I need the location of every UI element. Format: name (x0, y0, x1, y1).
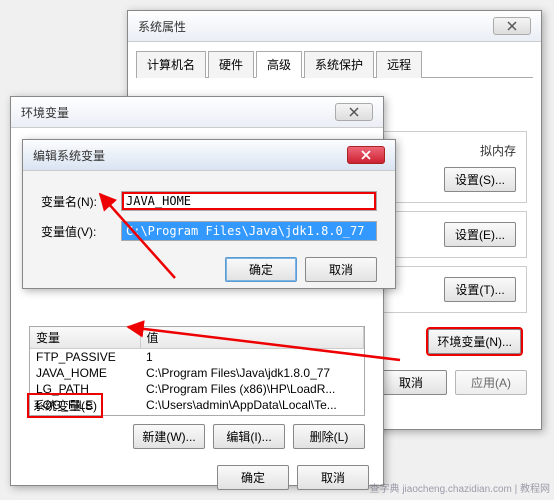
var-value-row: 变量值(V): (41, 221, 377, 241)
env-vars-button[interactable]: 环境变量(N)... (428, 329, 521, 354)
tabs: 计算机名 硬件 高级 系统保护 远程 (136, 50, 533, 78)
var-value-label: 变量值(V): (41, 223, 121, 240)
tab-remote[interactable]: 远程 (376, 51, 422, 78)
watermark: 查字典 jiaocheng.chazidian.com | 教程网 (370, 484, 550, 496)
settings-button-e[interactable]: 设置(E)... (444, 222, 516, 247)
edit-button[interactable]: 编辑(I)... (213, 424, 285, 449)
settings-button-t[interactable]: 设置(T)... (444, 277, 516, 302)
tab-hardware[interactable]: 硬件 (208, 51, 254, 78)
titlebar: 编辑系统变量 (23, 140, 395, 171)
dialog-title: 编辑系统变量 (33, 147, 105, 164)
dialog-title: 系统属性 (138, 18, 186, 35)
close-icon[interactable] (335, 103, 373, 121)
new-button[interactable]: 新建(W)... (133, 424, 205, 449)
cancel-button[interactable]: 取消 (305, 257, 377, 282)
ok-button[interactable]: 确定 (217, 465, 289, 490)
system-vars-label: 系统变量(S) (29, 395, 101, 416)
close-icon[interactable] (493, 17, 531, 35)
dialog-title: 环境变量 (21, 104, 69, 121)
var-name-input[interactable] (121, 191, 377, 211)
table-row[interactable]: FTP_PASSIVE1 (30, 349, 364, 366)
col-variable[interactable]: 变量 (30, 327, 140, 349)
apply-button[interactable]: 应用(A) (455, 370, 527, 395)
settings-button-s[interactable]: 设置(S)... (444, 167, 516, 192)
var-name-row: 变量名(N): (41, 191, 377, 211)
cancel-button[interactable]: 取消 (297, 465, 369, 490)
titlebar: 环境变量 (11, 97, 383, 128)
table-row[interactable]: JAVA_HOMEC:\Program Files\Java\jdk1.8.0_… (30, 365, 364, 381)
delete-button[interactable]: 删除(L) (293, 424, 365, 449)
ok-button[interactable]: 确定 (225, 257, 297, 282)
col-value[interactable]: 值 (140, 327, 364, 349)
var-name-label: 变量名(N): (41, 193, 121, 210)
tab-system-protection[interactable]: 系统保护 (304, 51, 374, 78)
titlebar: 系统属性 (128, 11, 541, 42)
dialog-buttons: 确定 取消 (11, 457, 383, 498)
cancel-button[interactable]: 取消 (375, 370, 447, 395)
edit-system-variable-dialog: 编辑系统变量 变量名(N): 变量值(V): 确定 取消 (22, 139, 396, 289)
tab-advanced[interactable]: 高级 (256, 51, 302, 78)
close-icon[interactable] (347, 146, 385, 164)
var-value-input[interactable] (121, 221, 377, 241)
tab-computer-name[interactable]: 计算机名 (136, 51, 206, 78)
